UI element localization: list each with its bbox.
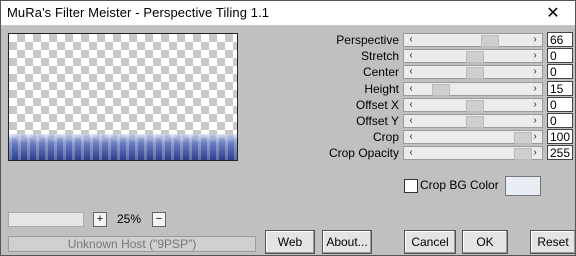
slider-track[interactable]: ‹ › — [403, 146, 543, 161]
slider-label: Height — [364, 81, 399, 96]
title-bar: MuRa's Filter Meister - Perspective Tili… — [1, 1, 575, 26]
web-button[interactable]: Web — [265, 230, 315, 254]
slider-label: Offset Y — [356, 114, 399, 128]
chevron-right-icon[interactable]: › — [529, 83, 541, 95]
slider-row: Center ‹ › 0 — [1, 64, 576, 80]
chevron-right-icon[interactable]: › — [529, 99, 541, 111]
slider-thumb[interactable] — [466, 116, 484, 128]
chevron-right-icon[interactable]: › — [529, 115, 541, 127]
slider-track[interactable]: ‹ › — [403, 33, 543, 47]
filter-window: MuRa's Filter Meister - Perspective Tili… — [0, 0, 576, 256]
zoom-in-button[interactable]: + — [93, 212, 107, 227]
slider-track[interactable]: ‹ › — [403, 81, 543, 96]
slider-track[interactable]: ‹ › — [403, 97, 543, 112]
slider-track[interactable]: ‹ › — [403, 65, 543, 80]
crop-bg-checkbox[interactable] — [404, 179, 418, 193]
slider-value-field[interactable]: 100 — [547, 129, 573, 145]
slider-value-field[interactable]: 0 — [547, 96, 573, 112]
slider-row: Stretch ‹ › 0 — [1, 48, 576, 64]
about-button[interactable]: About... — [322, 230, 372, 254]
cancel-button[interactable]: Cancel — [404, 230, 456, 254]
slider-value-field[interactable]: 0 — [547, 64, 573, 80]
reset-button[interactable]: Reset — [530, 230, 576, 254]
ok-button[interactable]: OK — [462, 230, 508, 254]
slider-value-field[interactable]: 15 — [547, 80, 573, 96]
chevron-left-icon[interactable]: ‹ — [405, 115, 417, 127]
slider-thumb[interactable] — [514, 148, 532, 161]
slider-value-field[interactable]: 0 — [547, 48, 573, 64]
slider-row: Height ‹ › 15 — [1, 80, 576, 97]
slider-label: Stretch — [360, 49, 399, 64]
slider-thumb[interactable] — [466, 99, 484, 112]
slider-value-field[interactable]: 255 — [547, 145, 573, 161]
slider-thumb[interactable] — [466, 67, 484, 80]
slider-row: Perspective ‹ › 66 — [1, 32, 576, 48]
slider-thumb[interactable] — [481, 35, 499, 47]
slider-label: Center — [362, 65, 399, 80]
chevron-left-icon[interactable]: ‹ — [405, 34, 417, 46]
slider-thumb[interactable] — [514, 132, 532, 145]
slider-label: Crop — [372, 130, 399, 145]
chevron-left-icon[interactable]: ‹ — [405, 50, 417, 62]
chevron-right-icon[interactable]: › — [529, 34, 541, 46]
slider-label: Crop Opacity — [328, 146, 399, 161]
chevron-left-icon[interactable]: ‹ — [405, 66, 417, 78]
slider-thumb[interactable] — [466, 51, 484, 64]
slider-track[interactable]: ‹ › — [403, 130, 543, 145]
chevron-left-icon[interactable]: ‹ — [405, 99, 417, 111]
zoom-track — [8, 212, 84, 227]
slider-thumb[interactable] — [432, 83, 450, 96]
slider-row: Crop Opacity ‹ › 255 — [1, 145, 576, 161]
chevron-left-icon[interactable]: ‹ — [405, 83, 417, 95]
slider-track[interactable]: ‹ › — [403, 114, 543, 128]
slider-value-field[interactable]: 66 — [547, 32, 573, 47]
host-status: Unknown Host ("9PSP") — [8, 236, 256, 252]
slider-track[interactable]: ‹ › — [403, 49, 543, 64]
slider-row: Offset Y ‹ › 0 — [1, 113, 576, 129]
crop-bg-color-swatch[interactable] — [505, 176, 541, 196]
slider-row: Crop ‹ › 100 — [1, 129, 576, 145]
slider-label: Perspective — [336, 33, 399, 47]
window-title: MuRa's Filter Meister - Perspective Tili… — [7, 5, 270, 20]
chevron-right-icon[interactable]: › — [529, 66, 541, 78]
slider-value-field[interactable]: 0 — [547, 113, 573, 128]
slider-label: Offset X — [355, 97, 399, 112]
close-icon[interactable]: ✕ — [531, 1, 575, 25]
crop-bg-label: Crop BG Color — [420, 178, 499, 192]
zoom-value: 25% — [116, 212, 142, 226]
chevron-right-icon[interactable]: › — [529, 50, 541, 62]
chevron-left-icon[interactable]: ‹ — [405, 131, 417, 143]
slider-row: Offset X ‹ › 0 — [1, 96, 576, 113]
zoom-out-button[interactable]: − — [152, 212, 166, 227]
chevron-left-icon[interactable]: ‹ — [405, 147, 417, 159]
